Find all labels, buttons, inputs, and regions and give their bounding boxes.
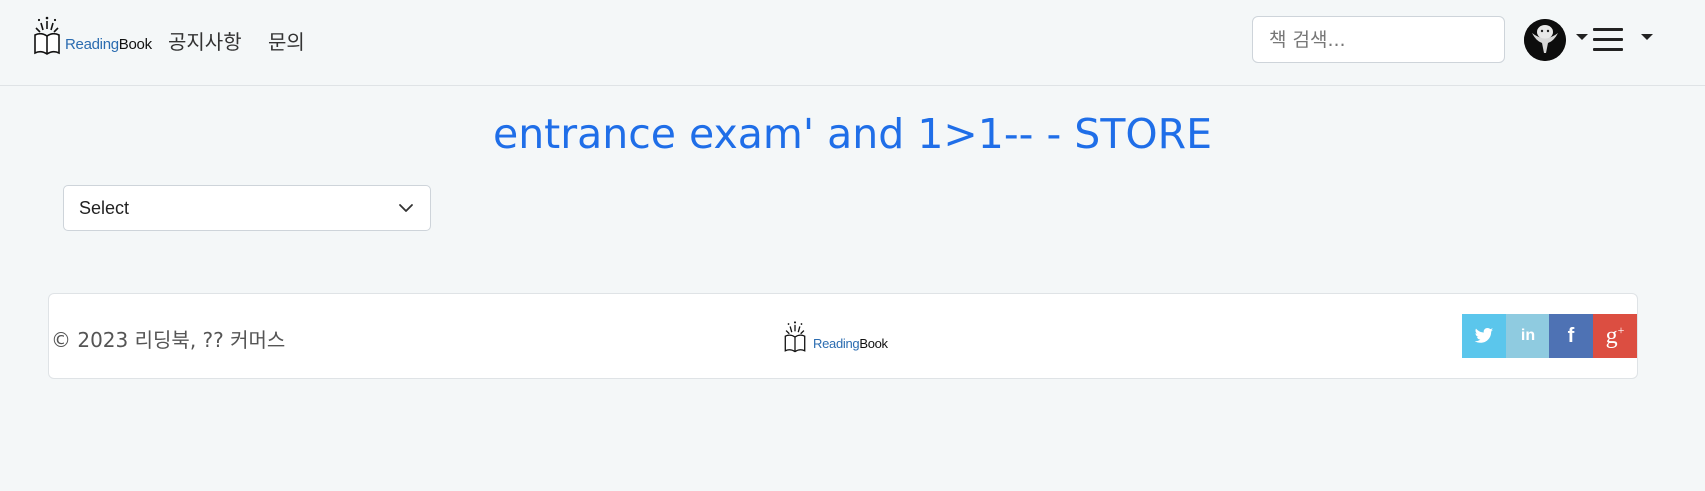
twitter-button[interactable] [1462,314,1506,358]
avatar[interactable] [1524,19,1566,61]
open-book-icon [34,16,60,55]
facebook-button[interactable]: f [1549,314,1593,358]
nav-link-inquiry[interactable]: 문의 [268,26,305,55]
linkedin-icon: in [1520,327,1536,344]
chevron-down-icon [399,204,413,212]
logo-text: ReadingBook [65,36,152,53]
linkedin-button[interactable]: in [1506,314,1550,358]
footer: © 2023 리딩북, ?? 커머스 ReadingBook in f g+ [48,293,1638,379]
select-value: Select [79,198,130,218]
footer-logo-text: ReadingBook [813,336,888,351]
facebook-icon: f [1567,324,1575,347]
menu-icon[interactable] [1593,28,1623,52]
menu-dropdown-caret-icon[interactable] [1641,34,1653,40]
site-logo[interactable]: ReadingBook [33,15,152,57]
page-title: entrance exam' and 1>1-- - STORE [492,110,1213,158]
google-plus-icon: g+ [1605,322,1625,349]
nav-link-notice[interactable]: 공지사항 [168,26,242,55]
open-book-icon [784,321,806,353]
copyright-text: © 2023 리딩북, ?? 커머스 [51,328,286,352]
category-select[interactable]: Select [63,185,431,231]
twitter-icon [1474,328,1494,343]
footer-logo[interactable]: ReadingBook [781,318,888,354]
google-plus-button[interactable]: g+ [1593,314,1637,358]
search-input[interactable] [1252,16,1505,63]
navbar: ReadingBook 공지사항 문의 [0,0,1705,86]
user-avatar-icon [1524,19,1566,61]
avatar-dropdown-caret-icon[interactable] [1576,34,1588,40]
